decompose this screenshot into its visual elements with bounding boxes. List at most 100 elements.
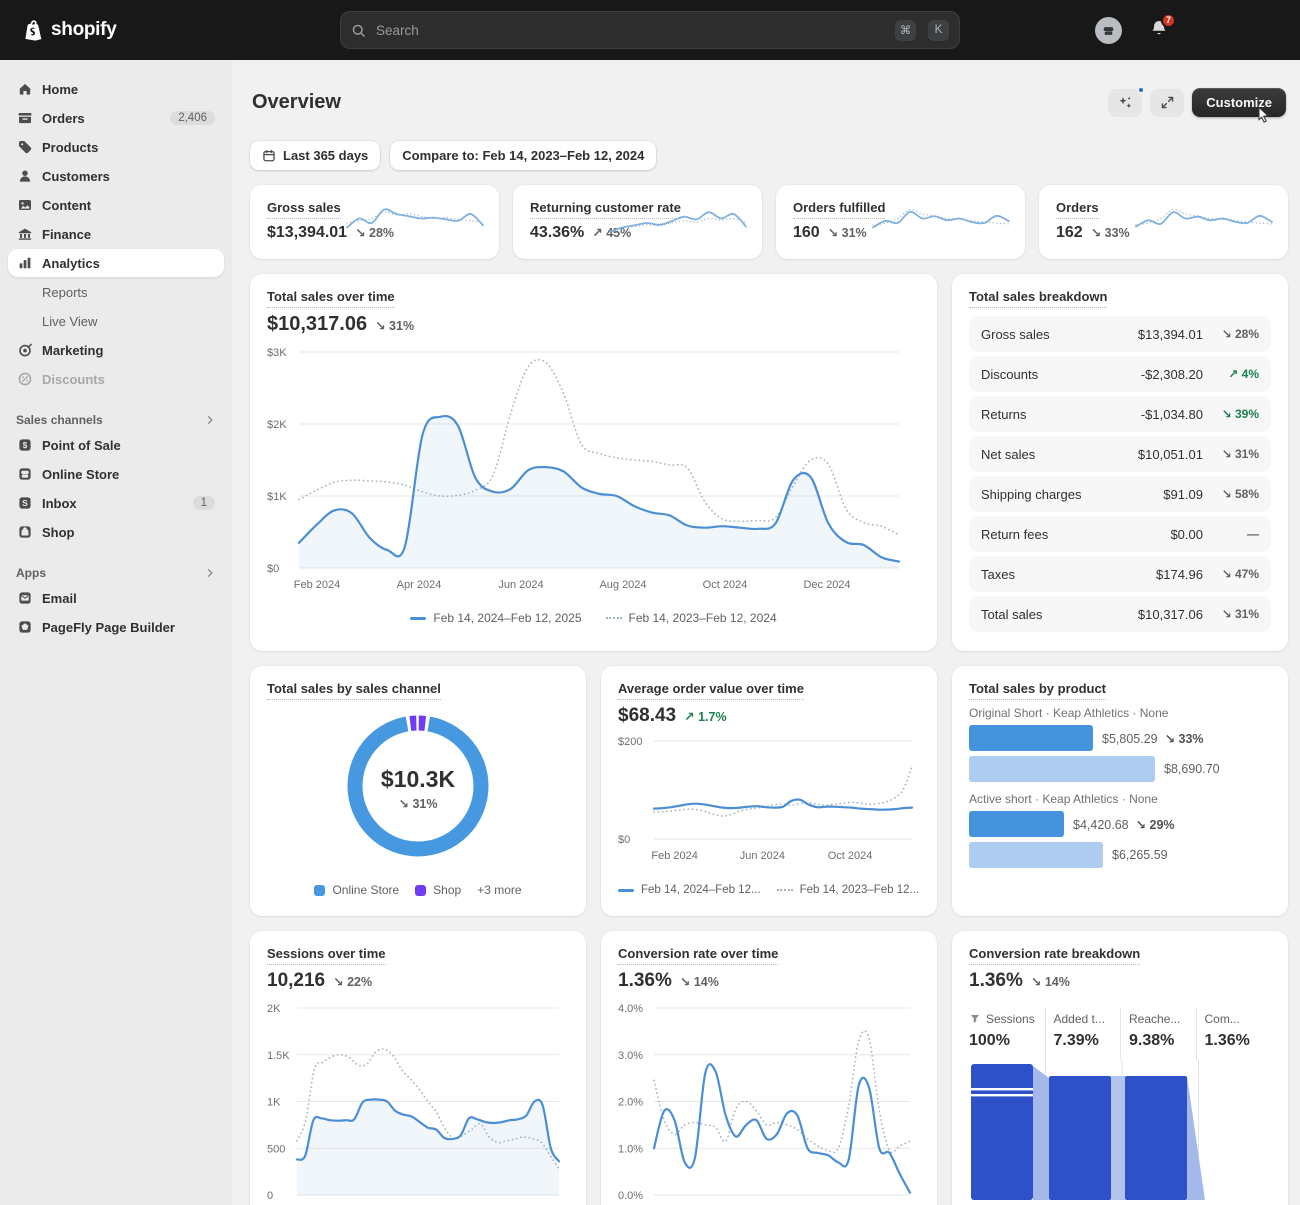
conversion-rate-breakdown-card: Conversion rate breakdown 1.36%↘ 14% Ses… xyxy=(952,931,1288,1205)
total-sales-breakdown-card: Total sales breakdown Gross sales$13,394… xyxy=(952,274,1288,651)
email-icon xyxy=(17,590,33,606)
sidebar-item-label: Analytics xyxy=(42,256,100,271)
breakdown-change: ↗ 4% xyxy=(1203,367,1259,381)
sidebar-item-marketing[interactable]: Marketing xyxy=(8,336,224,364)
sidebar-item-orders[interactable]: Orders2,406 xyxy=(8,104,224,132)
command-key-badge: ⌘ xyxy=(895,20,916,41)
chart-title[interactable]: Total sales by sales channel xyxy=(267,681,441,700)
search-bar[interactable]: ⌘ K xyxy=(340,11,960,49)
svg-text:$1K: $1K xyxy=(267,491,287,503)
sidebar-badge: 2,406 xyxy=(170,111,215,125)
breakdown-change: ↘ 58% xyxy=(1203,487,1259,501)
sparkline-chart xyxy=(1134,201,1274,245)
sidebar-item-online-store[interactable]: Online Store xyxy=(8,460,224,488)
chart-legend: Feb 14, 2024–Feb 12, 2025 Feb 14, 2023–F… xyxy=(267,611,920,625)
customers-icon xyxy=(17,168,33,184)
metric-card-returning-customer-rate: Returning customer rate 43.36%↗ 45% xyxy=(513,185,762,259)
chart-title[interactable]: Sessions over time xyxy=(267,946,386,965)
search-icon xyxy=(351,23,366,38)
chart-change: ↘ 31% xyxy=(375,318,414,333)
store-avatar[interactable] xyxy=(1095,17,1122,44)
previous-period-swatch xyxy=(606,617,622,619)
online-store-swatch xyxy=(314,885,325,896)
sidebar-item-content[interactable]: Content xyxy=(8,191,224,219)
sidebar-item-discounts[interactable]: Discounts xyxy=(8,365,224,393)
calendar-icon xyxy=(262,149,276,163)
svg-text:Oct 2024: Oct 2024 xyxy=(703,579,748,591)
shopify-logo[interactable]: shopify xyxy=(20,18,320,42)
svg-text:1K: 1K xyxy=(267,1097,281,1109)
current-period-swatch xyxy=(410,617,426,620)
sidebar-item-label: Point of Sale xyxy=(42,438,121,453)
aov-line-chart: $200$0Feb 2024Jun 2024Oct 2024 xyxy=(618,733,920,867)
funnel-step-percent: 1.36% xyxy=(1205,1032,1272,1050)
sidebar-section-sales-channels[interactable]: Sales channels xyxy=(16,413,216,427)
svg-text:1.5K: 1.5K xyxy=(267,1050,290,1062)
customize-button[interactable]: Customize xyxy=(1192,88,1286,117)
svg-text:Jun 2024: Jun 2024 xyxy=(740,850,785,862)
sidebar-item-label: Content xyxy=(42,198,91,213)
sidebar-item-email[interactable]: Email xyxy=(8,584,224,612)
more-channels-label[interactable]: +3 more xyxy=(477,883,521,897)
magic-assistant-button[interactable] xyxy=(1108,89,1142,117)
metric-title[interactable]: Orders xyxy=(1056,200,1099,219)
svg-text:$3K: $3K xyxy=(267,347,287,359)
sidebar-item-label: Online Store xyxy=(42,467,119,482)
sidebar-item-live-view[interactable]: Live View xyxy=(8,307,224,335)
breakdown-label: Taxes xyxy=(981,567,1015,582)
current-value-label: $5,805.29 ↘ 33% xyxy=(1102,731,1204,746)
metric-cards-row: Gross sales $13,394.01↘ 28% Returning cu… xyxy=(250,185,1288,259)
search-input[interactable] xyxy=(374,22,883,39)
home-icon xyxy=(17,81,33,97)
conversion-rate-over-time-card: Conversion rate over time 1.36%↘ 14% 4.0… xyxy=(601,931,937,1205)
previous-value-label: $8,690.70 xyxy=(1164,762,1220,776)
breakdown-row-return-fees: Return fees$0.00— xyxy=(969,516,1271,552)
chevron-icon xyxy=(204,567,216,579)
sidebar-item-reports[interactable]: Reports xyxy=(8,278,224,306)
sidebar-item-home[interactable]: Home xyxy=(8,75,224,103)
chart-title[interactable]: Conversion rate over time xyxy=(618,946,778,965)
sessions-over-time-card: Sessions over time 10,216↘ 22% 2K1.5K1K5… xyxy=(250,931,586,1205)
breakdown-label: Net sales xyxy=(981,447,1035,462)
sidebar-item-analytics[interactable]: Analytics xyxy=(8,249,224,277)
sidebar-item-inbox[interactable]: SInbox1 xyxy=(8,489,224,517)
chart-title[interactable]: Total sales by product xyxy=(969,681,1106,700)
chart-title[interactable]: Conversion rate breakdown xyxy=(969,946,1140,965)
average-order-value-card: Average order value over time $68.43↗ 1.… xyxy=(601,666,937,916)
metric-title[interactable]: Gross sales xyxy=(267,200,341,219)
sidebar-item-products[interactable]: Products xyxy=(8,133,224,161)
date-range-pill[interactable]: Last 365 days xyxy=(250,141,380,170)
breakdown-label: Total sales xyxy=(981,607,1042,622)
breakdown-change: — xyxy=(1203,527,1259,541)
sidebar-item-shop[interactable]: Shop xyxy=(8,518,224,546)
sidebar-section-apps[interactable]: Apps xyxy=(16,566,216,580)
sidebar-item-label: Finance xyxy=(42,227,91,242)
breakdown-row-discounts: Discounts-$2,308.20↗ 4% xyxy=(969,356,1271,392)
svg-text:$0: $0 xyxy=(618,834,630,846)
chart-title[interactable]: Total sales over time xyxy=(267,289,395,308)
sidebar-item-pagefly-page-builder[interactable]: PageFly Page Builder xyxy=(8,613,224,641)
sidebar-item-finance[interactable]: Finance xyxy=(8,220,224,248)
total-sales-by-product-card: Total sales by product Original Short · … xyxy=(952,666,1288,916)
svg-text:4.0%: 4.0% xyxy=(618,1003,643,1015)
donut-center-value: $10.3K xyxy=(381,766,455,793)
compare-range-pill[interactable]: Compare to: Feb 14, 2023–Feb 12, 2024 xyxy=(390,141,656,170)
sidebar-item-customers[interactable]: Customers xyxy=(8,162,224,190)
sidebar-item-point-of-sale[interactable]: $Point of Sale xyxy=(8,431,224,459)
funnel-step-reache: Reache...9.38% xyxy=(1120,1008,1196,1060)
notifications-button[interactable]: 7 xyxy=(1150,19,1168,42)
svg-text:$2K: $2K xyxy=(267,419,287,431)
breakdown-value: $10,317.06 xyxy=(1138,607,1203,622)
notification-count-badge: 7 xyxy=(1161,13,1176,28)
expand-fullscreen-button[interactable] xyxy=(1150,89,1184,117)
breakdown-label: Gross sales xyxy=(981,327,1050,342)
assistant-notification-dot xyxy=(1137,86,1145,94)
chart-title[interactable]: Total sales breakdown xyxy=(969,289,1107,308)
sparkline-chart xyxy=(608,201,748,245)
sessions-line-chart: 2K1.5K1K5000 xyxy=(267,1000,567,1205)
chart-title[interactable]: Average order value over time xyxy=(618,681,804,700)
metric-card-orders-fulfilled: Orders fulfilled 160↘ 31% xyxy=(776,185,1025,259)
sidebar-item-label: Marketing xyxy=(42,343,103,358)
donut-center-change: ↘ 31% xyxy=(399,796,438,811)
svg-text:$200: $200 xyxy=(618,736,642,748)
